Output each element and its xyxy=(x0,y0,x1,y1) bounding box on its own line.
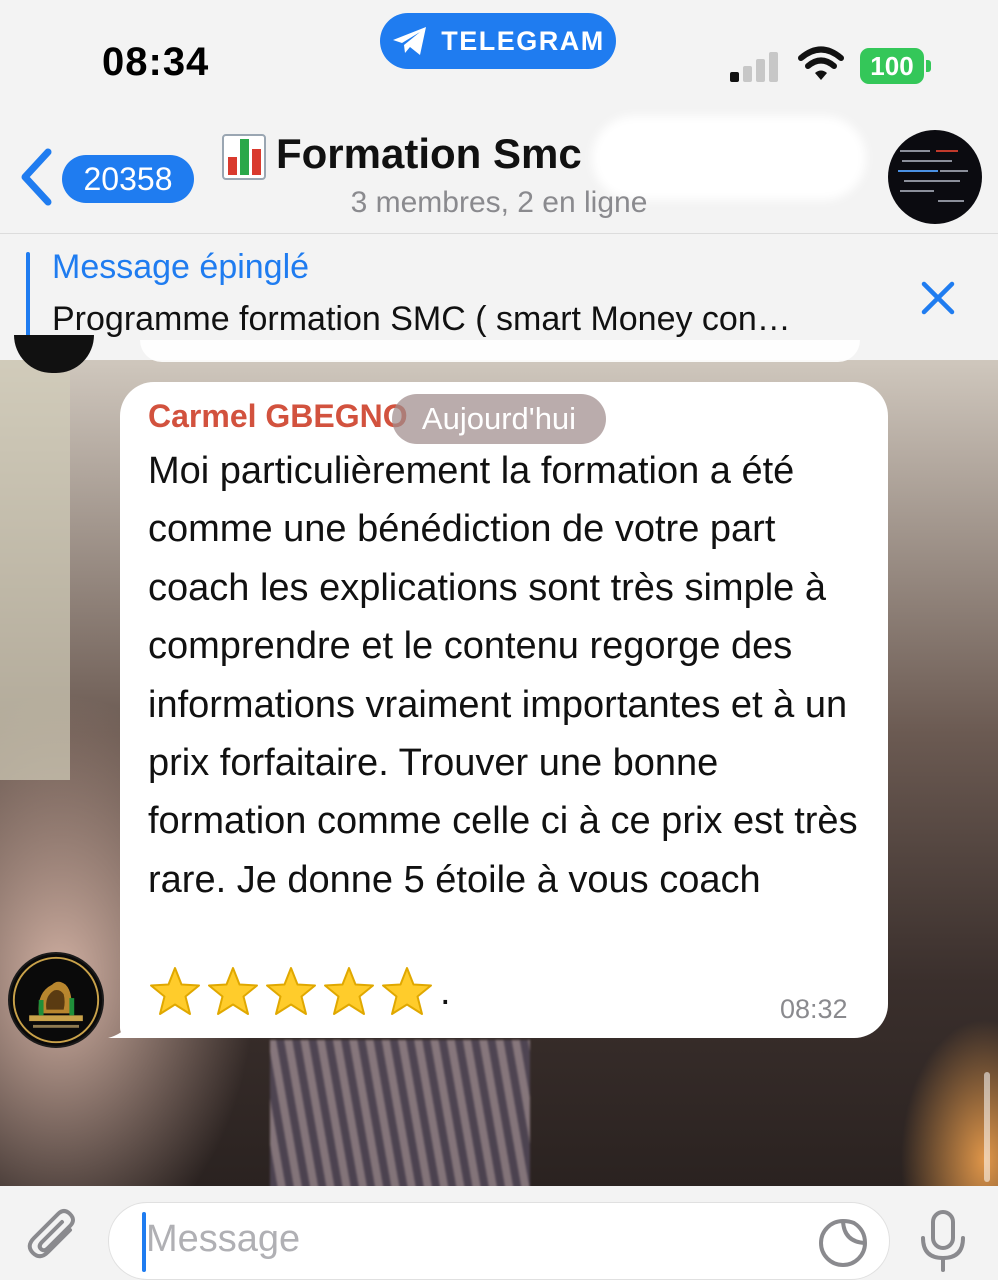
star-emoji-row: . xyxy=(148,964,451,1020)
date-pill: Aujourd'hui xyxy=(392,394,606,444)
scroll-indicator[interactable] xyxy=(984,1072,990,1182)
chat-avatar[interactable] xyxy=(888,130,982,224)
star-emoji-icon xyxy=(324,967,374,1015)
message-input-bar: Message xyxy=(0,1186,998,1280)
wifi-icon xyxy=(798,46,844,80)
chat-header: 20358 Formation Smc 3 membres, 2 en lign… xyxy=(0,110,998,234)
pinned-text: Programme formation SMC ( smart Money co… xyxy=(52,300,791,338)
battery-icon: 100 xyxy=(860,48,924,84)
microphone-icon[interactable] xyxy=(918,1210,968,1272)
close-icon[interactable] xyxy=(918,278,958,318)
cellular-signal-icon xyxy=(730,50,780,82)
telegram-pill-label: TELEGRAM xyxy=(441,25,605,56)
bubble-tail xyxy=(108,1010,148,1038)
status-time: 08:34 xyxy=(102,40,210,84)
sender-avatar[interactable] xyxy=(8,952,104,1048)
bar-chart-emoji-icon xyxy=(222,134,266,180)
star-emoji-icon xyxy=(382,967,432,1015)
chat-title[interactable]: Formation Smc xyxy=(276,130,582,178)
previous-message-bubble xyxy=(140,340,860,362)
chat-subtitle: 3 membres, 2 en ligne xyxy=(350,186,648,219)
battery-tip xyxy=(926,60,931,72)
message-input-placeholder: Message xyxy=(146,1218,301,1260)
background-banknotes xyxy=(270,1040,530,1190)
message-text: Moi particulièrement la formation a été … xyxy=(148,450,858,901)
pinned-label: Message épinglé xyxy=(52,248,310,286)
star-emoji-icon xyxy=(266,967,316,1015)
message-time: 08:32 xyxy=(780,994,848,1024)
status-bar: 08:34 TELEGRAM 100 xyxy=(0,0,998,110)
message-trailing-dot: . xyxy=(440,970,451,1013)
telegram-app-pill[interactable]: TELEGRAM xyxy=(380,13,616,69)
background-shape xyxy=(0,360,70,780)
star-emoji-icon xyxy=(150,967,200,1015)
message-sender[interactable]: Carmel GBEGNON xyxy=(148,398,408,435)
pinned-indicator xyxy=(26,252,30,340)
telegram-icon xyxy=(393,27,427,55)
sticker-icon[interactable] xyxy=(818,1218,868,1268)
paperclip-icon[interactable] xyxy=(24,1206,84,1266)
star-emoji-icon xyxy=(208,967,258,1015)
